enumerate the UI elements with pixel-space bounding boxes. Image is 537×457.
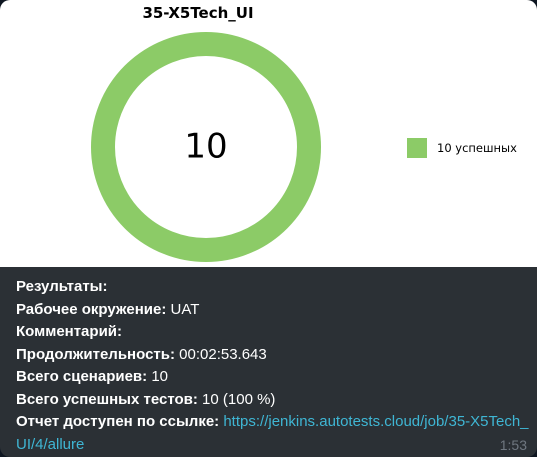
- passed-line: Всего успешных тестов: 10 (100 %): [16, 389, 531, 412]
- scenarios-label: Всего сценариев:: [16, 368, 148, 385]
- results-label: Результаты:: [16, 278, 108, 295]
- passed-label: Всего успешных тестов:: [16, 390, 198, 408]
- environment-line: Рабочее окружение: UAT: [16, 299, 531, 322]
- chart-legend: 10 успешных: [407, 138, 517, 158]
- report-chart-image[interactable]: 35-X5Tech_UI 10 10 успешных: [0, 0, 537, 267]
- message-text: Результаты: Рабочее окружение: UAT Комме…: [16, 276, 531, 456]
- duration-value: 00:02:53.643: [179, 345, 267, 363]
- chart-center-label: 10: [184, 127, 227, 167]
- environment-value: UAT: [170, 300, 200, 318]
- duration-line: Продолжительность: 00:02:53.643: [16, 344, 531, 367]
- scenarios-value: 10: [151, 368, 169, 385]
- report-line: Отчет доступен по ссылке: https://jenkin…: [16, 411, 531, 456]
- message-bubble: 35-X5Tech_UI 10 10 успешных Результаты: …: [0, 0, 537, 457]
- message-time: 1:53: [499, 437, 527, 453]
- duration-label: Продолжительность:: [16, 345, 175, 363]
- report-label: Отчет доступен по ссылке:: [16, 413, 220, 430]
- scenarios-line: Всего сценариев: 10: [16, 366, 531, 389]
- comment-label: Комментарий:: [16, 323, 123, 340]
- passed-value: 10 (100 %): [202, 390, 276, 408]
- donut-chart: 10: [91, 32, 321, 262]
- legend-swatch: [407, 138, 427, 158]
- legend-label: 10 успешных: [437, 141, 517, 155]
- environment-label: Рабочее окружение:: [16, 300, 167, 318]
